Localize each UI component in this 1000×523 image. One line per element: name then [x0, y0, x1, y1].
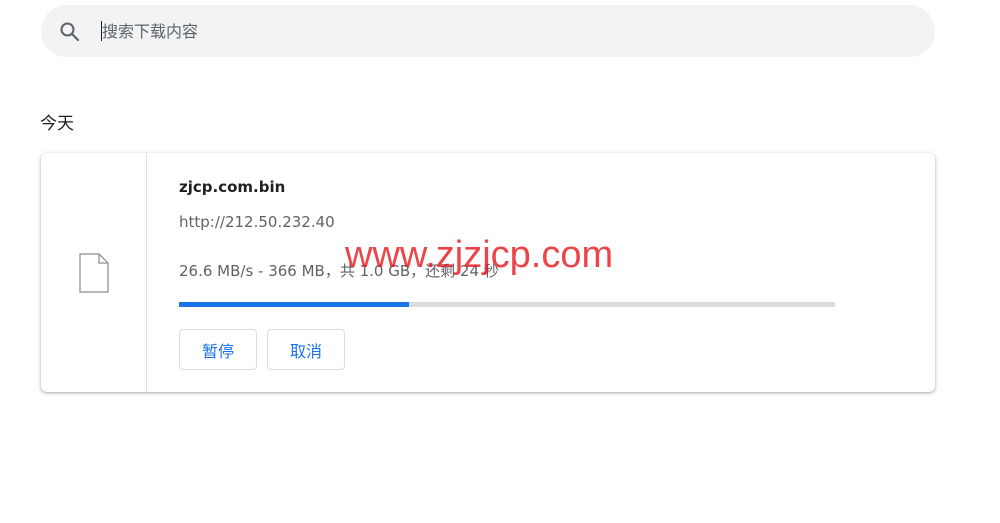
file-name-link[interactable]: zjcp.com.bin — [179, 178, 285, 196]
file-source-url[interactable]: http://212.50.232.40 — [179, 213, 335, 231]
search-icon[interactable] — [58, 20, 82, 44]
download-progress-bar — [179, 302, 835, 307]
download-status: 26.6 MB/s - 366 MB，共 1.0 GB，还剩 24 秒 — [179, 262, 499, 280]
pause-button[interactable]: 暂停 — [179, 329, 257, 370]
downloads-page: 今天 zjcp.com.bin http://212.50.232.40 26.… — [0, 0, 1000, 523]
download-progress-fill — [179, 302, 409, 307]
date-section-title: 今天 — [40, 114, 74, 134]
cancel-button[interactable]: 取消 — [267, 329, 345, 370]
card-divider — [146, 153, 147, 392]
download-item-card: zjcp.com.bin http://212.50.232.40 26.6 M… — [41, 153, 935, 392]
file-icon — [78, 253, 110, 293]
text-caret — [101, 21, 102, 41]
search-input[interactable] — [100, 13, 882, 49]
